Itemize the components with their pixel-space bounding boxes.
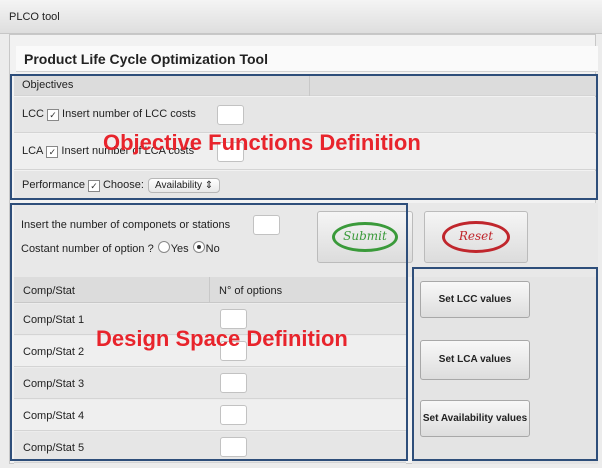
app-header: Product Life Cycle Optimization Tool bbox=[16, 46, 598, 72]
design-space-label: Design Space Definition bbox=[96, 326, 348, 351]
window-title: PLCO tool bbox=[9, 11, 60, 23]
set-values-outline bbox=[412, 267, 598, 461]
app-title: Product Life Cycle Optimization Tool bbox=[24, 51, 268, 67]
window-titlebar: PLCO tool bbox=[0, 0, 602, 34]
objective-functions-label: Objective Functions Definition bbox=[103, 130, 421, 155]
reset-button[interactable]: Reset bbox=[424, 211, 528, 263]
reset-label: Reset bbox=[458, 229, 494, 243]
